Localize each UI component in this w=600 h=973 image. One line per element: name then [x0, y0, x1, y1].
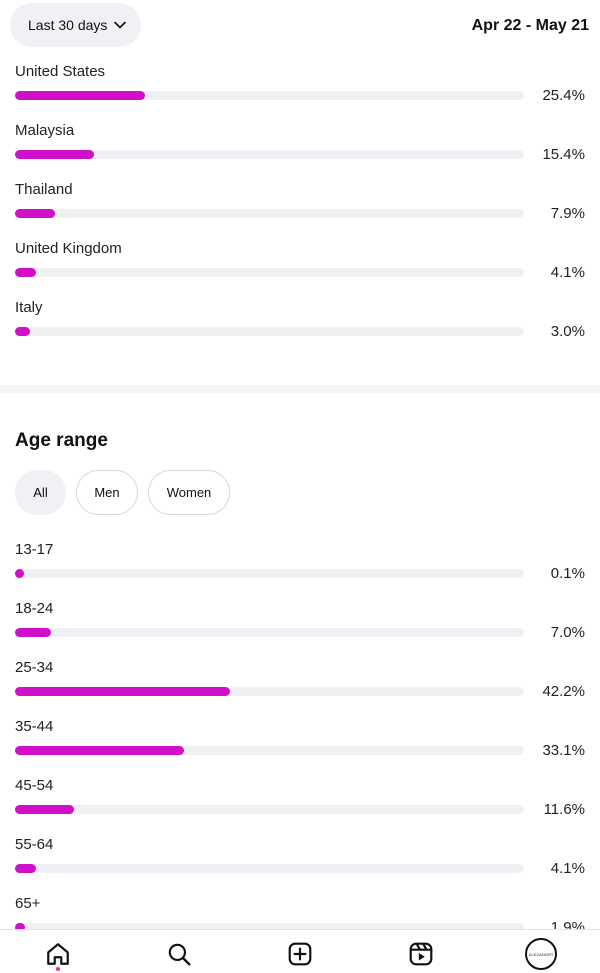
- bar-track: [15, 209, 524, 218]
- list-item: Italy 3.0%: [0, 296, 600, 355]
- bar-fill: [15, 628, 51, 637]
- avatar: ALEXANDER: [525, 938, 557, 970]
- bar-fill: [15, 746, 184, 755]
- age-range-label: 25-34: [15, 659, 54, 676]
- bar-track: [15, 805, 524, 814]
- section-divider: [0, 385, 600, 393]
- bar-fill: [15, 687, 230, 696]
- country-label: Malaysia: [15, 122, 75, 139]
- age-range-label: 13-17: [15, 541, 54, 558]
- percentage-value: 4.1%: [550, 860, 585, 877]
- age-range-label: 18-24: [15, 600, 54, 617]
- percentage-value: 7.9%: [550, 205, 585, 222]
- bar-fill: [15, 864, 36, 873]
- percentage-value: 25.4%: [542, 87, 585, 104]
- bar-fill: [15, 805, 74, 814]
- percentage-value: 0.1%: [550, 565, 585, 582]
- bar-track: [15, 327, 524, 336]
- bar-fill: [15, 209, 55, 218]
- list-item: 35-44 33.1%: [0, 715, 600, 774]
- list-item: 18-24 7.0%: [0, 597, 600, 656]
- list-item: United States 25.4%: [0, 60, 600, 119]
- list-item: Malaysia 15.4%: [0, 119, 600, 178]
- list-item: 55-64 4.1%: [0, 833, 600, 892]
- percentage-value: 4.1%: [550, 264, 585, 281]
- bar-track: [15, 864, 524, 873]
- filter-chip-women[interactable]: Women: [148, 470, 230, 515]
- country-label: United Kingdom: [15, 240, 122, 257]
- gender-filter: All Men Women: [15, 470, 230, 515]
- list-item: United Kingdom 4.1%: [0, 237, 600, 296]
- bar-track: [15, 628, 524, 637]
- header: Last 30 days Apr 22 - May 21: [0, 0, 600, 58]
- percentage-value: 3.0%: [550, 323, 585, 340]
- notification-dot: [56, 967, 60, 971]
- percentage-value: 33.1%: [542, 742, 585, 759]
- bottom-nav: ALEXANDER: [0, 929, 600, 973]
- percentage-value: 11.6%: [543, 801, 585, 818]
- percentage-value: 42.2%: [542, 683, 585, 700]
- date-range-dropdown-label: Last 30 days: [28, 17, 108, 33]
- date-range-text: Apr 22 - May 21: [471, 17, 589, 34]
- bar-fill: [15, 327, 30, 336]
- reels-icon[interactable]: [405, 938, 437, 970]
- age-range-list: 13-17 0.1% 18-24 7.0% 25-34 42.2% 35-44 …: [0, 538, 600, 951]
- bar-track: [15, 150, 524, 159]
- bar-track: [15, 569, 524, 578]
- country-label: Italy: [15, 299, 43, 316]
- section-title: Age range: [15, 430, 108, 451]
- profile-avatar[interactable]: ALEXANDER: [525, 938, 557, 970]
- country-label: United States: [15, 63, 106, 80]
- list-item: 25-34 42.2%: [0, 656, 600, 715]
- filter-chip-men[interactable]: Men: [76, 470, 138, 515]
- date-range-dropdown[interactable]: Last 30 days: [10, 3, 141, 47]
- list-item: 13-17 0.1%: [0, 538, 600, 597]
- bar-fill: [15, 91, 145, 100]
- bar-fill: [15, 569, 24, 578]
- country-label: Thailand: [15, 181, 73, 198]
- chevron-down-icon: [114, 21, 127, 29]
- bar-fill: [15, 268, 36, 277]
- age-range-label: 65+: [15, 895, 41, 912]
- bar-fill: [15, 150, 94, 159]
- list-item: Thailand 7.9%: [0, 178, 600, 237]
- age-range-label: 35-44: [15, 718, 54, 735]
- avatar-text: ALEXANDER: [528, 951, 554, 957]
- percentage-value: 7.0%: [550, 624, 585, 641]
- list-item: 45-54 11.6%: [0, 774, 600, 833]
- age-range-label: 55-64: [15, 836, 54, 853]
- filter-chip-all[interactable]: All: [15, 470, 66, 515]
- bar-track: [15, 746, 524, 755]
- search-icon[interactable]: [163, 938, 195, 970]
- bar-track: [15, 268, 524, 277]
- bar-track: [15, 687, 524, 696]
- percentage-value: 15.4%: [542, 146, 585, 163]
- home-icon[interactable]: [42, 938, 74, 970]
- age-range-label: 45-54: [15, 777, 54, 794]
- create-icon[interactable]: [284, 938, 316, 970]
- country-list: United States 25.4% Malaysia 15.4% Thail…: [0, 60, 600, 355]
- bar-track: [15, 91, 524, 100]
